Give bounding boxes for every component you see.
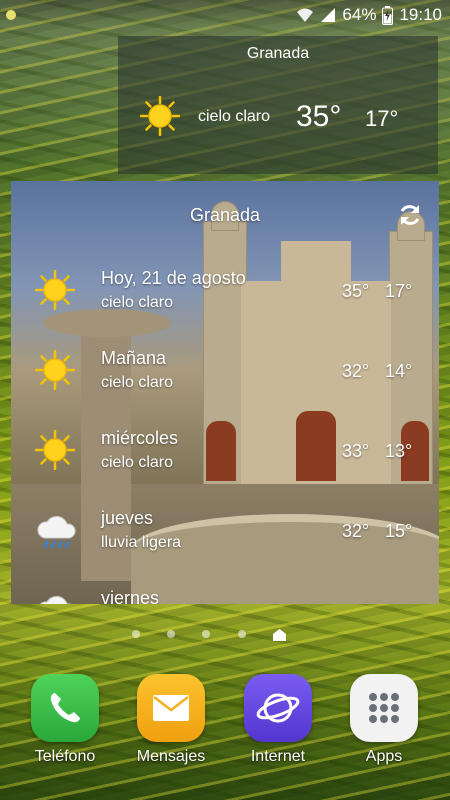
rain-cloud-icon <box>35 510 76 550</box>
app-internet[interactable]: Internet <box>233 674 323 766</box>
battery-percent: 64% <box>342 5 377 24</box>
app-label: Internet <box>250 748 306 765</box>
app-label: Mensajes <box>136 748 206 765</box>
forecast-day-low: 15° <box>385 521 413 541</box>
envelope-icon[interactable] <box>137 674 205 742</box>
status-bar: 64% 19:10 <box>0 0 450 30</box>
forecast-day-row[interactable]: Hoy, 21 de agosto cielo claro 35° 17° <box>11 264 439 344</box>
forecast-day-condition: cielo claro <box>101 374 174 391</box>
forecast-day-name: Mañana <box>101 348 167 368</box>
sun-icon <box>34 349 76 391</box>
sun-icon <box>34 429 76 471</box>
forecast-day-row[interactable]: jueves lluvia ligera 32° 15° <box>11 504 439 584</box>
weather-widget-small[interactable]: Granada cielo claro 35° 17° <box>118 36 438 174</box>
page-dot[interactable] <box>238 630 246 638</box>
forecast-day-name: jueves <box>101 508 154 528</box>
app-apps[interactable]: Apps <box>339 674 429 766</box>
forecast-day-name: viernes <box>101 588 160 604</box>
app-phone[interactable]: Teléfono <box>20 674 110 766</box>
widget-high-temp: 35° <box>296 100 342 133</box>
forecast-day-name: miércoles <box>101 428 179 448</box>
page-indicator <box>0 628 450 642</box>
forecast-day-high: 33° <box>342 441 370 461</box>
signal-icon <box>320 7 336 23</box>
app-dock: Teléfono Mensajes Internet Apps <box>0 674 450 774</box>
widget-condition: cielo claro <box>198 108 271 125</box>
widget-city: Granada <box>246 45 310 62</box>
refresh-icon[interactable] <box>396 201 424 229</box>
page-dot[interactable] <box>132 630 140 638</box>
apps-grid-icon[interactable] <box>350 674 418 742</box>
forecast-day-row[interactable]: Mañana cielo claro 32° 14° <box>11 344 439 424</box>
notification-dot <box>6 10 16 20</box>
clock: 19:10 <box>399 5 442 24</box>
battery-charging-icon <box>382 5 394 25</box>
forecast-day-low: 14° <box>385 361 413 381</box>
app-label: Apps <box>365 748 403 765</box>
forecast-day-low: 13° <box>385 441 413 461</box>
forecast-day-low: 17° <box>385 281 413 301</box>
forecast-city: Granada <box>189 205 261 225</box>
forecast-day-high: 35° <box>342 281 370 301</box>
sun-icon <box>139 95 181 137</box>
wifi-icon <box>296 7 314 23</box>
page-dot[interactable] <box>202 630 210 638</box>
forecast-day-high: 32° <box>342 521 370 541</box>
home-page-icon[interactable] <box>273 628 286 641</box>
forecast-day-condition: cielo claro <box>101 454 174 471</box>
planet-icon[interactable] <box>244 674 312 742</box>
forecast-day-row[interactable]: miércoles cielo claro 33° 13° <box>11 424 439 504</box>
widget-low-temp: 17° <box>365 106 399 131</box>
sun-icon <box>34 269 76 311</box>
forecast-day-row[interactable]: viernes <box>11 584 439 604</box>
forecast-day-condition: cielo claro <box>101 294 174 311</box>
forecast-day-high: 32° <box>342 361 370 381</box>
app-messages[interactable]: Mensajes <box>126 674 216 766</box>
cloud-icon <box>35 590 75 604</box>
page-dot[interactable] <box>167 630 175 638</box>
app-label: Teléfono <box>34 748 96 765</box>
forecast-day-condition: lluvia ligera <box>101 534 182 551</box>
phone-icon[interactable] <box>31 674 99 742</box>
forecast-day-name: Hoy, 21 de agosto <box>101 268 246 288</box>
weather-forecast-widget[interactable]: Granada Hoy, 21 de agosto cielo claro 35… <box>11 181 439 604</box>
